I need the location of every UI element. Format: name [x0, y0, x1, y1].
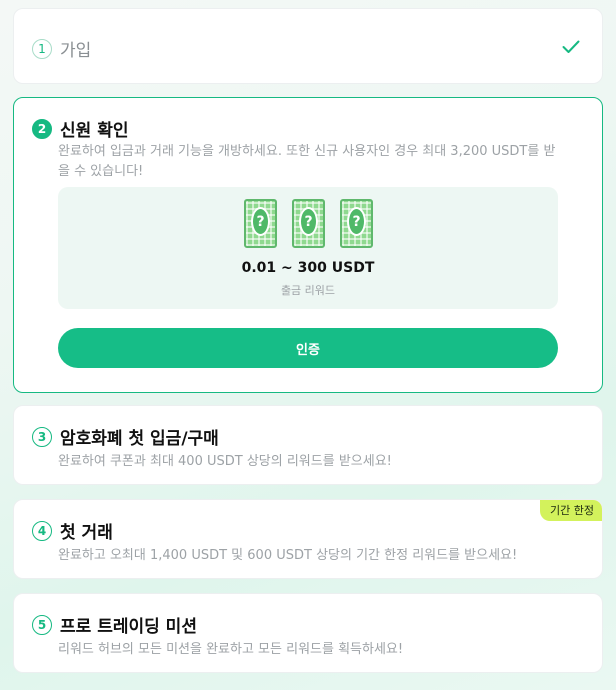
step-number: 3: [32, 426, 52, 447]
step-title: 신원 확인: [60, 121, 129, 141]
step-header: 1 가입: [32, 36, 91, 61]
question-mark-icon: ?: [251, 207, 270, 236]
step-description: 완료하여 쿠폰과 최대 400 USDT 상당의 리워드를 받으세요!: [58, 454, 392, 469]
question-mark-icon: ?: [299, 207, 318, 236]
step-header: 4 첫 거래: [32, 518, 113, 543]
step-title: 프로 트레이딩 미션: [60, 617, 197, 637]
step-header: 3 암호화폐 첫 입금/구매: [32, 424, 219, 449]
step-header: 5 프로 트레이딩 미션: [32, 612, 197, 637]
reward-panel: ? ? ? 0.01 ~ 300 USDT 출금 리워드: [58, 187, 558, 309]
reward-amount: 0.01 ~ 300 USDT: [241, 260, 375, 276]
verify-button[interactable]: 인증: [58, 328, 558, 368]
step-description: 리워드 허브의 모든 미션을 완료하고 모든 리워드를 획득하세요!: [58, 642, 404, 657]
step-number: 4: [32, 520, 52, 541]
step-card-first-trade[interactable]: 기간 한정 4 첫 거래 완료하고 오최대 1,400 USDT 및 600 U…: [13, 499, 603, 579]
step-title: 암호화폐 첫 입금/구매: [60, 429, 219, 449]
limited-time-badge: 기간 한정: [540, 500, 602, 521]
step-number: 2: [32, 118, 52, 139]
step-number: 5: [32, 614, 52, 635]
step-card-first-deposit[interactable]: 3 암호화폐 첫 입금/구매 완료하여 쿠폰과 최대 400 USDT 상당의 …: [13, 405, 603, 485]
step-card-pro-trading-mission[interactable]: 5 프로 트레이딩 미션 리워드 허브의 모든 미션을 완료하고 모든 리워드를…: [13, 593, 603, 673]
step-title: 첫 거래: [60, 523, 113, 543]
step-description: 완료하고 오최대 1,400 USDT 및 600 USDT 상당의 기간 한정…: [58, 548, 518, 563]
reward-cards: ? ? ?: [244, 199, 373, 248]
mystery-card-icon: ?: [292, 199, 325, 248]
checkmark-icon: [562, 40, 580, 53]
step-card-identity-verification: 2 신원 확인 완료하여 입금과 거래 기능을 개방하세요. 또한 신규 사용자…: [13, 97, 603, 393]
mystery-card-icon: ?: [340, 199, 373, 248]
mystery-card-icon: ?: [244, 199, 277, 248]
step-description: 완료하여 입금과 거래 기능을 개방하세요. 또한 신규 사용자인 경우 최대 …: [58, 144, 556, 179]
step-title: 가입: [60, 41, 92, 61]
step-header: 2 신원 확인: [32, 116, 128, 141]
reward-label: 출금 리워드: [280, 284, 336, 297]
question-mark-icon: ?: [347, 207, 366, 236]
step-number: 1: [32, 38, 52, 59]
step-card-signup[interactable]: 1 가입: [13, 8, 603, 84]
